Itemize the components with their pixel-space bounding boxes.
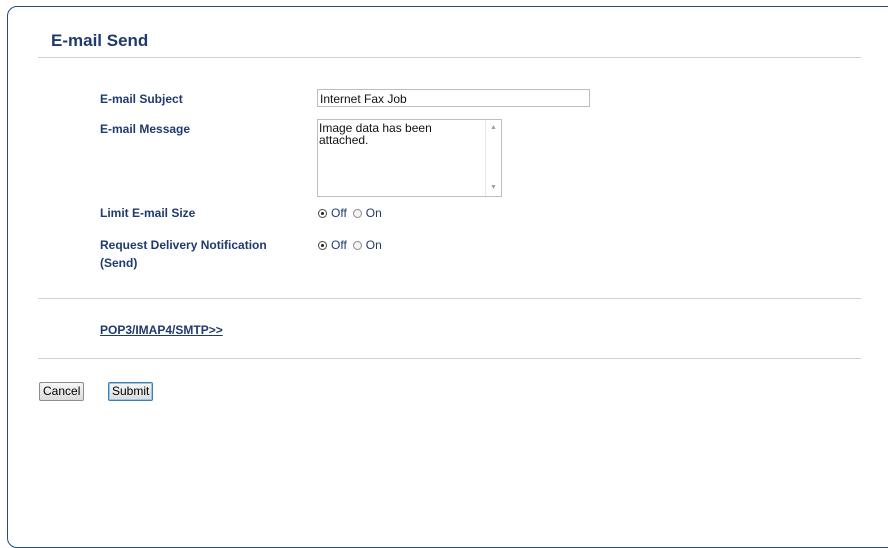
delivery-notification-on-radio[interactable] xyxy=(352,240,362,250)
delivery-notification-label-line1: Request Delivery Notification xyxy=(100,238,267,252)
buttons-divider xyxy=(38,358,861,359)
scroll-down-arrow-icon[interactable]: ▼ xyxy=(490,184,497,191)
limit-size-on-label: On xyxy=(365,206,382,220)
delivery-notification-on-label: On xyxy=(365,238,382,252)
delivery-notification-label-line2: (Send) xyxy=(100,256,138,270)
pop3-imap4-smtp-link[interactable]: POP3/IMAP4/SMTP>> xyxy=(100,323,223,337)
email-subject-label: E-mail Subject xyxy=(100,92,183,106)
limit-size-on-radio[interactable] xyxy=(352,208,362,218)
cancel-button[interactable]: Cancel xyxy=(39,382,85,401)
email-message-textarea[interactable]: Image data has been attached. ▲ ▼ xyxy=(317,119,502,197)
delivery-notification-label: Request Delivery Notification (Send) xyxy=(100,236,267,272)
limit-email-size-radio-group: Off On xyxy=(318,206,388,220)
email-subject-input[interactable]: Internet Fax Job xyxy=(317,89,590,107)
page-title: E-mail Send xyxy=(51,31,149,50)
delivery-notification-off-label: Off xyxy=(331,238,347,252)
email-message-text: Image data has been attached. xyxy=(319,121,432,147)
limit-size-off-radio[interactable] xyxy=(318,208,327,218)
textarea-scrollbar[interactable]: ▲ ▼ xyxy=(485,120,501,196)
submit-button[interactable]: Submit xyxy=(108,382,154,401)
scroll-up-arrow-icon[interactable]: ▲ xyxy=(490,124,497,131)
email-message-label: E-mail Message xyxy=(100,122,191,136)
delivery-notification-radio-group: Off On xyxy=(318,238,388,252)
delivery-notification-off-radio[interactable] xyxy=(318,240,327,250)
limit-email-size-label: Limit E-mail Size xyxy=(100,206,196,220)
limit-size-off-label: Off xyxy=(331,206,347,220)
settings-panel xyxy=(7,6,888,548)
section-divider xyxy=(38,298,861,299)
title-divider xyxy=(38,57,861,58)
